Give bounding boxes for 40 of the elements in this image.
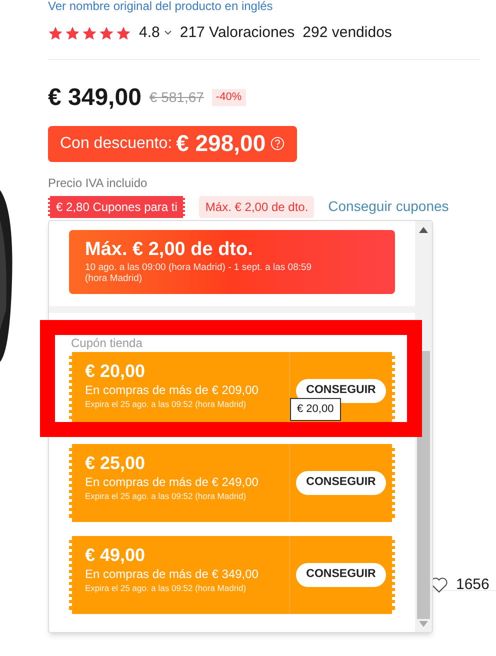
scroll-up-icon[interactable] [419,227,428,233]
heart-icon[interactable] [430,577,448,594]
promo-title: Máx. € 2,00 de dto. [85,238,254,262]
coupon-amount: € 20,00 [85,360,146,382]
current-price: € 349,00 [48,82,142,112]
section-title: Cupón tienda [71,335,142,352]
chevron-down-icon[interactable] [164,30,172,36]
translate-link[interactable]: Ver nombre original del producto en inglés [48,0,273,12]
discount-price: € 298,00 [176,129,266,158]
tooltip: € 20,00 [290,398,341,420]
max-discount-tag: Máx. € 2,00 de dto. [199,196,314,218]
get-coupon-button[interactable]: CONSEGUIR [296,563,386,587]
get-coupon-button[interactable]: CONSEGUIR [296,379,386,403]
coupon-expiry: Expira el 25 ago. a las 09:52 (hora Madrid) [85,582,248,595]
discount-label: Con descuento: [60,134,172,154]
coupon-tag[interactable]: € 2,80 Cupones para ti [48,196,186,218]
get-coupons-link[interactable]: Conseguir cupones [328,196,449,217]
tax-note: Precio IVA incluido [48,174,148,192]
scroll-down-icon[interactable] [419,621,428,627]
discount-badge: -40% [212,89,246,106]
rating-value: 4.8 [139,23,160,43]
star-icon [116,26,131,41]
promo-period: 10 ago. a las 09:00 (hora Madrid) - 1 sept. a las 08:59 (hora Madrid) [85,262,313,284]
coupon-condition: En compras de más de € 209,00 [85,382,260,398]
star-icon [99,26,114,41]
get-coupon-button[interactable]: CONSEGUIR [296,471,386,495]
star-icon [65,26,80,41]
star-icon [82,26,97,41]
coupon-condition: En compras de más de € 249,00 [85,474,260,490]
sold-count: 292 vendidos [302,23,392,43]
like-count: 1656 [456,575,490,595]
coupon-expiry: Expira el 25 ago. a las 09:52 (hora Madrid) [85,490,248,503]
coupon-condition: En compras de más de € 349,00 [85,566,260,582]
coupon-expiry: Expira el 25 ago. a las 09:52 (hora Madrid) [85,398,248,411]
review-count[interactable]: 217 Valoraciones [180,22,295,44]
star-icon [48,26,63,41]
coupon-amount: € 25,00 [85,452,146,474]
original-price: € 581,67 [149,88,204,107]
coupon-amount: € 49,00 [85,544,146,566]
help-icon[interactable] [270,136,285,151]
